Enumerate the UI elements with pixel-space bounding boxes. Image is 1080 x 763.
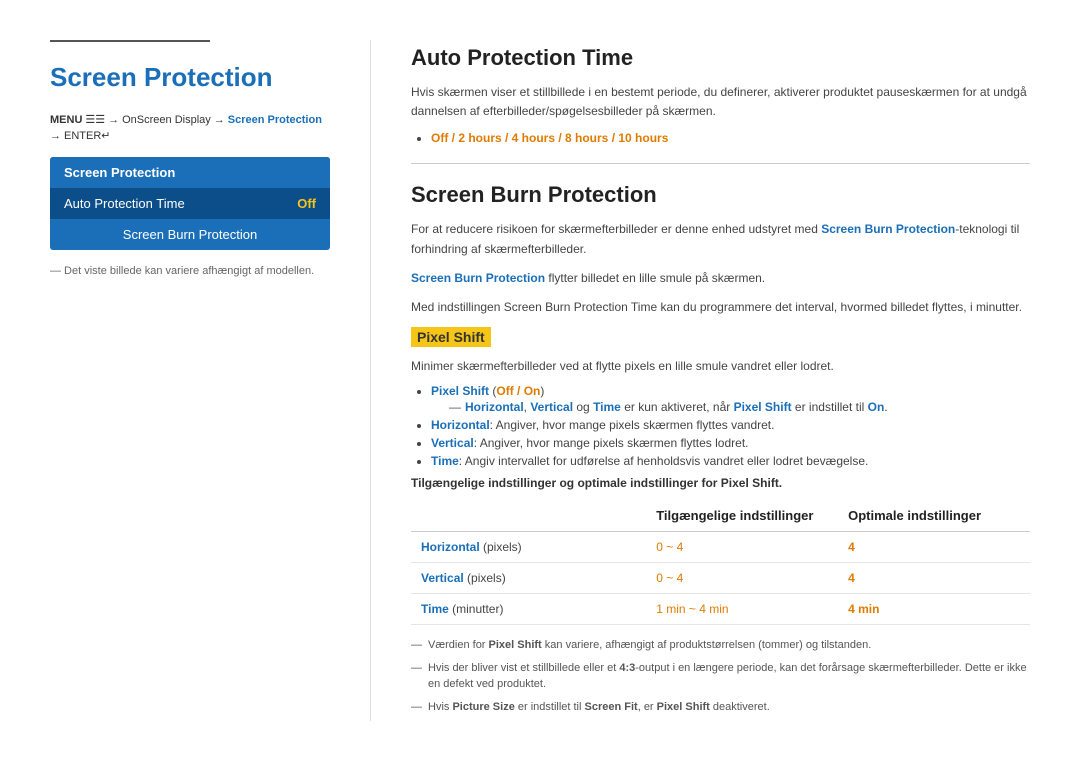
screen-burn-section: Screen Burn Protection For at reducere r… xyxy=(411,182,1030,715)
table-cell-label-0: Horizontal (pixels) xyxy=(411,532,646,563)
page-title: Screen Protection xyxy=(50,62,330,93)
table-row: Vertical (pixels)0 ~ 44 xyxy=(411,563,1030,594)
screen-burn-desc2: Screen Burn Protection flytter billedet … xyxy=(411,269,1030,288)
auto-protection-options: Off / 2 hours / 4 hours / 8 hours / 10 h… xyxy=(431,131,1030,145)
auto-protection-title: Auto Protection Time xyxy=(411,45,1030,71)
pixel-shift-off-on: Off / On xyxy=(496,384,540,398)
screen-burn-desc1: For at reducere risikoen for skærmefterb… xyxy=(411,220,1030,258)
pixel-shift-desc: Minimer skærmefterbilleder ved at flytte… xyxy=(411,357,1030,376)
pixel-shift-badge: Pixel Shift xyxy=(411,327,491,347)
footer-notes: — Værdien for Pixel Shift kan variere, a… xyxy=(411,637,1030,715)
breadcrumb: MENU ☰☰ → OnScreen Display → Screen Prot… xyxy=(50,113,330,142)
breadcrumb-item1: OnScreen Display xyxy=(122,114,211,126)
table-header-col2: Tilgængelige indstillinger xyxy=(646,500,838,532)
model-note: — Det viste billede kan variere afhængig… xyxy=(50,265,330,277)
breadcrumb-menu-symbols: ☰☰ xyxy=(85,113,105,126)
note-3: — Hvis Picture Size er indstillet til Sc… xyxy=(411,699,1030,716)
table-cell-optimal-0: 4 xyxy=(838,532,1030,563)
pixel-shift-table: Tilgængelige indstillinger Optimale inds… xyxy=(411,500,1030,625)
sp-burn-item[interactable]: Screen Burn Protection xyxy=(50,219,330,250)
breadcrumb-arrow2: → xyxy=(214,114,225,126)
table-note: Tilgængelige indstillinger og optimale i… xyxy=(411,476,1030,490)
breadcrumb-item2: Screen Protection xyxy=(228,114,322,126)
sp-auto-protection-item[interactable]: Auto Protection Time Off xyxy=(50,188,330,219)
table-header-col3: Optimale indstillinger xyxy=(838,500,1030,532)
table-cell-optimal-2: 4 min xyxy=(838,594,1030,625)
desc2-end: flytter billedet en lille smule på skærm… xyxy=(545,271,765,285)
desc2-highlight: Screen Burn Protection xyxy=(411,271,545,285)
table-cell-range-1: 0 ~ 4 xyxy=(646,563,838,594)
note-1-text: Værdien for Pixel Shift kan variere, afh… xyxy=(428,637,871,654)
table-row: Horizontal (pixels)0 ~ 44 xyxy=(411,532,1030,563)
screen-protection-menu-box: Screen Protection Auto Protection Time O… xyxy=(50,157,330,250)
pixel-shift-sub-text: Horizontal, Vertical og Time er kun akti… xyxy=(465,400,888,414)
table-cell-range-0: 0 ~ 4 xyxy=(646,532,838,563)
sp-box-header: Screen Protection xyxy=(50,157,330,188)
pixel-shift-bullets: Pixel Shift (Off / On) — Horizontal, Ver… xyxy=(431,384,1030,468)
desc1-text: For at reducere risikoen for skærmefterb… xyxy=(411,222,821,236)
auto-protection-options-list: Off / 2 hours / 4 hours / 8 hours / 10 h… xyxy=(431,131,1030,145)
auto-protection-section: Auto Protection Time Hvis skærmen viser … xyxy=(411,45,1030,145)
breadcrumb-menu: MENU xyxy=(50,114,82,126)
note-2-text: Hvis der bliver vist et stillbillede ell… xyxy=(428,660,1030,693)
table-cell-optimal-1: 4 xyxy=(838,563,1030,594)
screen-burn-desc3: Med indstillingen Screen Burn Protection… xyxy=(411,298,1030,317)
top-line-decoration xyxy=(50,40,210,42)
pixel-shift-bullet2: Horizontal: Angiver, hvor mange pixels s… xyxy=(431,418,1030,432)
table-row: Time (minutter)1 min ~ 4 min4 min xyxy=(411,594,1030,625)
sp-auto-label: Auto Protection Time xyxy=(64,196,185,211)
table-header-col1 xyxy=(411,500,646,532)
note-2: — Hvis der bliver vist et stillbillede e… xyxy=(411,660,1030,693)
section-divider xyxy=(411,163,1030,164)
note-3-text: Hvis Picture Size er indstillet til Scre… xyxy=(428,699,770,716)
breadcrumb-enter: ENTER↵ xyxy=(64,129,111,142)
sp-auto-value: Off xyxy=(297,196,316,211)
pixel-shift-sub-note: — Horizontal, Vertical og Time er kun ak… xyxy=(449,400,1030,414)
breadcrumb-arrow1: → xyxy=(108,114,119,126)
pixel-shift-bullet3: Vertical: Angiver, hvor mange pixels skæ… xyxy=(431,436,1030,450)
table-cell-range-2: 1 min ~ 4 min xyxy=(646,594,838,625)
pixel-shift-bullet1: Pixel Shift (Off / On) — Horizontal, Ver… xyxy=(431,384,1030,414)
pixel-shift-link: Pixel Shift xyxy=(431,384,489,398)
note-1: — Værdien for Pixel Shift kan variere, a… xyxy=(411,637,1030,654)
auto-protection-options-text: Off / 2 hours / 4 hours / 8 hours / 10 h… xyxy=(431,131,668,145)
right-panel: Auto Protection Time Hvis skærmen viser … xyxy=(370,40,1030,721)
left-panel: Screen Protection MENU ☰☰ → OnScreen Dis… xyxy=(50,40,330,721)
table-cell-label-1: Vertical (pixels) xyxy=(411,563,646,594)
screen-burn-title: Screen Burn Protection xyxy=(411,182,1030,208)
breadcrumb-arrow3: → xyxy=(50,130,61,142)
auto-protection-desc: Hvis skærmen viser et stillbillede i en … xyxy=(411,83,1030,121)
table-cell-label-2: Time (minutter) xyxy=(411,594,646,625)
desc1-highlight: Screen Burn Protection xyxy=(821,222,955,236)
pixel-shift-bullet4: Time: Angiv intervallet for udførelse af… xyxy=(431,454,1030,468)
